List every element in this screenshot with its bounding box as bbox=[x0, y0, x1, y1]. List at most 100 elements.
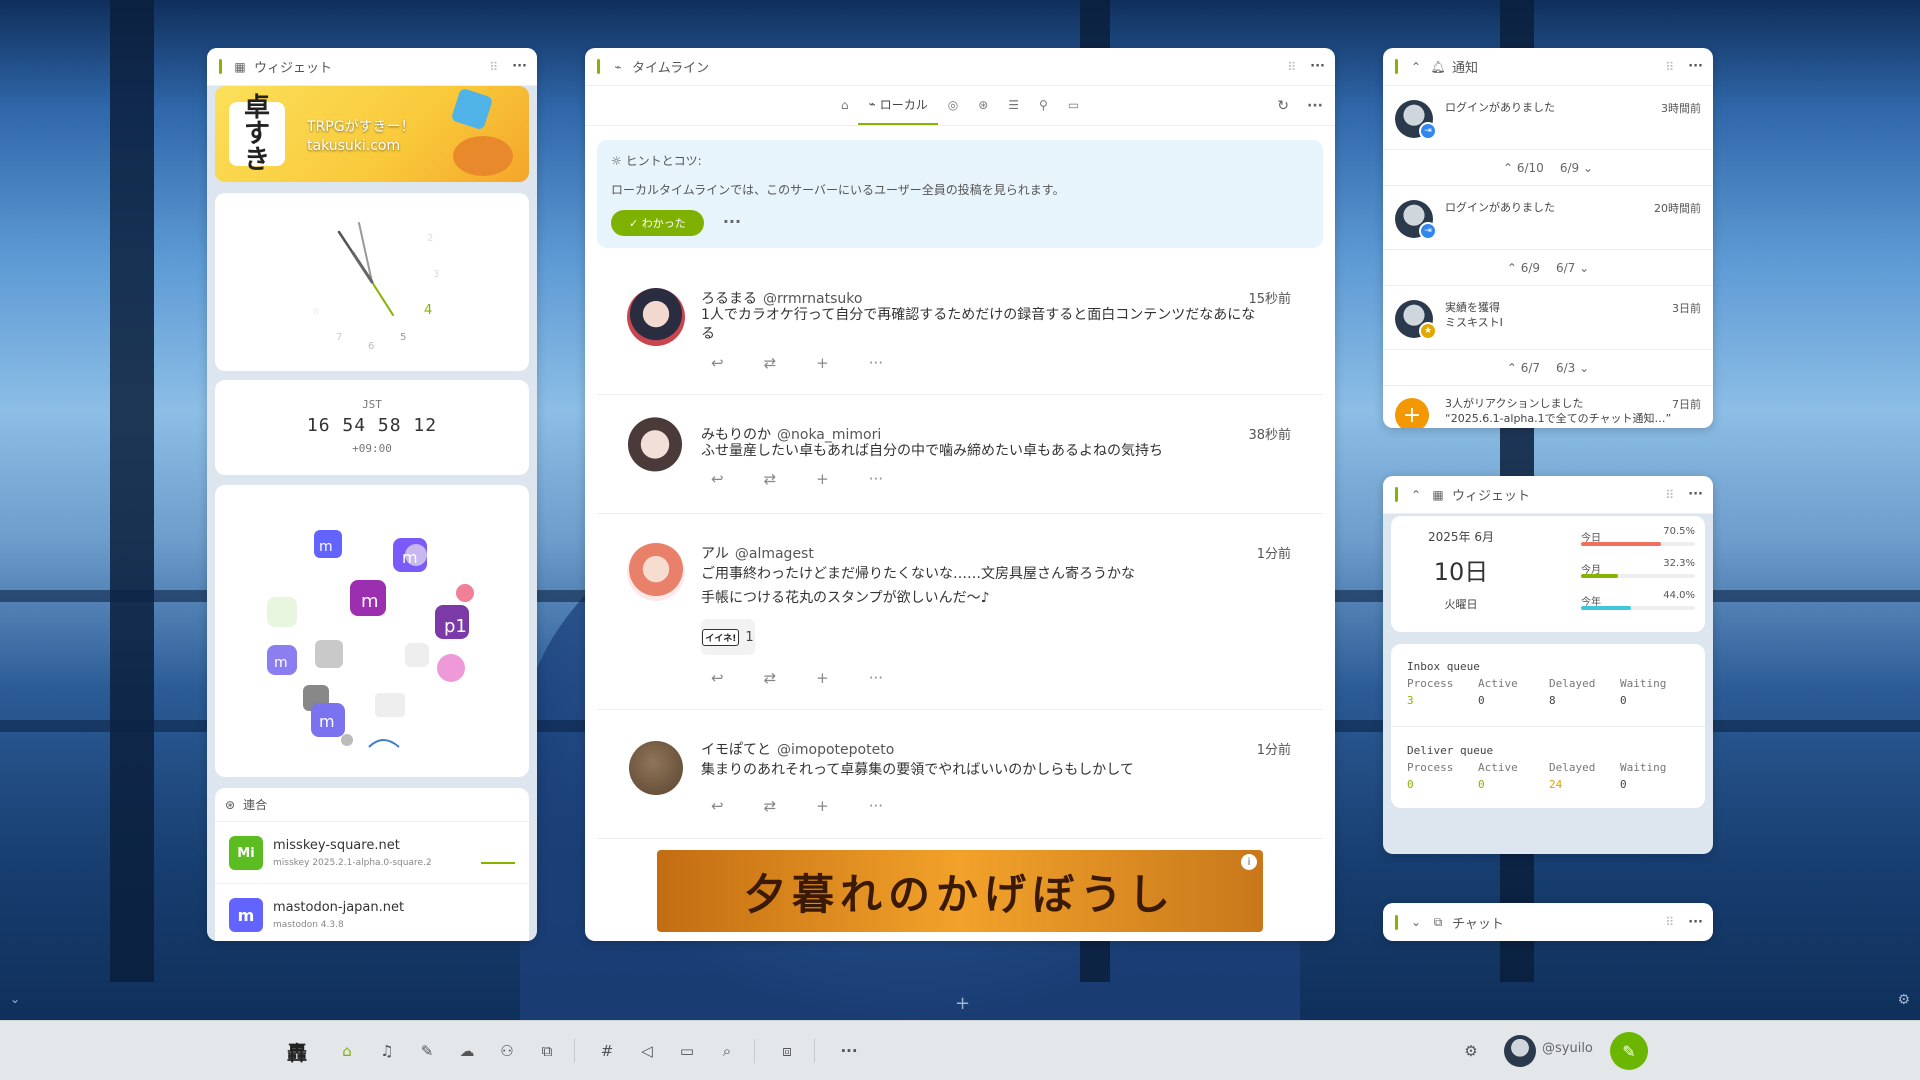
more-icon[interactable]: ··· bbox=[1310, 59, 1325, 74]
more-icon[interactable]: ··· bbox=[869, 354, 883, 372]
collapse-icon[interactable]: ⌄ bbox=[10, 992, 20, 1006]
ad-banner[interactable]: 夕暮れのかげぼうし i bbox=[657, 850, 1263, 932]
note-time[interactable]: 1分前 bbox=[1257, 543, 1291, 562]
federation-item[interactable]: m mastodon-japan.net mastodon 4.3.8 bbox=[215, 884, 529, 941]
instance-cloud-widget[interactable]: p1 m m m m m bbox=[215, 485, 529, 777]
more-icon[interactable]: ··· bbox=[723, 212, 741, 231]
note-time[interactable]: 1分前 bbox=[1257, 739, 1291, 758]
more-icon[interactable]: ··· bbox=[1688, 915, 1703, 930]
reply-icon[interactable]: ↩ bbox=[711, 470, 724, 488]
tab-channel[interactable]: ▭ bbox=[1058, 85, 1089, 125]
notification-item[interactable]: ★ 実績を獲得 ミスキストⅠ 3日前 bbox=[1383, 286, 1713, 350]
more-icon[interactable]: ··· bbox=[1688, 487, 1703, 502]
note[interactable]: イモぽてと @imopotepoteto 1分前 集まりのあれそれって卓募集の要領… bbox=[597, 711, 1323, 839]
date-next[interactable]: 6/3 ⌄ bbox=[1556, 361, 1589, 375]
more-icon[interactable]: ··· bbox=[834, 1021, 864, 1080]
drag-handle-icon[interactable]: ⠿ bbox=[1665, 915, 1674, 929]
renote-icon[interactable]: ⇄ bbox=[764, 354, 777, 372]
date-next[interactable]: 6/9 ⌄ bbox=[1560, 161, 1593, 175]
add-column-icon[interactable]: + bbox=[955, 993, 970, 1014]
add-reaction-icon[interactable]: + bbox=[816, 470, 829, 488]
chevron-up-icon[interactable]: ⌃ bbox=[1408, 488, 1424, 502]
drag-handle-icon[interactable]: ⠿ bbox=[1665, 488, 1674, 502]
more-icon[interactable]: ··· bbox=[869, 669, 883, 687]
renote-icon[interactable]: ⇄ bbox=[764, 669, 777, 687]
avatar[interactable] bbox=[627, 543, 685, 601]
reply-icon[interactable]: ↩ bbox=[711, 354, 724, 372]
info-icon[interactable]: i bbox=[1241, 854, 1257, 870]
follow-requests-icon[interactable]: ⚇ bbox=[492, 1021, 522, 1080]
note[interactable]: ろるまる @rrmrnatsuko 15秒前 1人でカラオケ行って自分で再確認する… bbox=[597, 260, 1323, 395]
settings-icon[interactable]: ⚙ bbox=[1456, 1021, 1486, 1080]
tab-social[interactable]: ◎ bbox=[938, 85, 968, 125]
clip-icon[interactable]: ✎ bbox=[412, 1021, 442, 1080]
got-it-button[interactable]: ✓ わかった bbox=[611, 210, 704, 236]
more-icon[interactable]: ··· bbox=[1307, 98, 1323, 114]
date-prev[interactable]: ⌃ 6/9 bbox=[1507, 261, 1540, 275]
tab-home[interactable]: ⌂ bbox=[831, 85, 859, 125]
drag-handle-icon[interactable]: ⠿ bbox=[489, 60, 498, 74]
tab-antenna[interactable]: ⚲ bbox=[1029, 85, 1058, 125]
note[interactable]: アル @almagest 1分前 ご用事終わったけどまだ帰りたくないな……文房具屋… bbox=[597, 515, 1323, 710]
renote-icon[interactable]: ⇄ bbox=[764, 470, 777, 488]
panel-title: タイムライン bbox=[632, 61, 710, 76]
home-icon[interactable]: ⌂ bbox=[332, 1021, 362, 1080]
add-reaction-icon[interactable]: + bbox=[816, 669, 829, 687]
note-time[interactable]: 15秒前 bbox=[1248, 288, 1291, 307]
chat-icon[interactable]: ⧉ bbox=[532, 1021, 562, 1080]
avatar[interactable] bbox=[619, 412, 691, 484]
notifications-list: ⇥ ログインがありました 3時間前 ⌃ 6/10 6/9 ⌄ ⇥ ログインがあり… bbox=[1383, 86, 1713, 428]
notification-item[interactable]: ⇥ ログインがありました 20時間前 bbox=[1383, 186, 1713, 250]
date-prev[interactable]: ⌃ 6/10 bbox=[1503, 161, 1544, 175]
hashtag-icon[interactable]: # bbox=[592, 1021, 622, 1080]
search-icon[interactable]: ⌕ bbox=[712, 1021, 742, 1080]
channel-icon[interactable]: ▭ bbox=[672, 1021, 702, 1080]
renote-icon[interactable]: ⇄ bbox=[764, 797, 777, 815]
svg-text:m: m bbox=[402, 548, 418, 567]
note-author-acct[interactable]: @noka_mimori bbox=[777, 427, 881, 443]
notification-item[interactable]: ⇥ ログインがありました 3時間前 bbox=[1383, 86, 1713, 150]
avatar[interactable] bbox=[1504, 1035, 1536, 1067]
note-author-acct[interactable]: @rrmrnatsuko bbox=[763, 291, 862, 307]
tab-global[interactable]: ⊛ bbox=[968, 85, 998, 125]
note-author-name[interactable]: アル bbox=[701, 546, 729, 562]
account-username[interactable]: @syuilo bbox=[1542, 1041, 1593, 1056]
add-reaction-icon[interactable]: + bbox=[816, 354, 829, 372]
reaction-button[interactable]: イイネ! 1 bbox=[701, 619, 755, 655]
add-reaction-icon[interactable]: + bbox=[816, 797, 829, 815]
banner-widget[interactable]: 卓すき TRPGがすきー！ takusuki.com bbox=[215, 86, 529, 182]
tab-list[interactable]: ☰ bbox=[998, 85, 1029, 125]
refresh-icon[interactable]: ↻ bbox=[1277, 98, 1289, 114]
avatar[interactable] bbox=[629, 741, 683, 795]
pages-icon[interactable]: ⧈ bbox=[772, 1021, 802, 1080]
note-author-name[interactable]: イモぽてと bbox=[701, 742, 771, 758]
drive-icon[interactable]: ☁ bbox=[452, 1021, 482, 1080]
more-icon[interactable]: ··· bbox=[869, 797, 883, 815]
more-icon[interactable]: ··· bbox=[1688, 59, 1703, 74]
chevron-up-icon[interactable]: ⌃ bbox=[1408, 60, 1424, 74]
reply-icon[interactable]: ↩ bbox=[711, 797, 724, 815]
deck-settings-icon[interactable]: ⚙ bbox=[1897, 992, 1910, 1008]
more-icon[interactable]: ··· bbox=[512, 59, 527, 74]
note-author-acct[interactable]: @almagest bbox=[735, 546, 814, 562]
avatar[interactable] bbox=[627, 288, 685, 346]
date-prev[interactable]: ⌃ 6/7 bbox=[1507, 361, 1540, 375]
more-icon[interactable]: ··· bbox=[869, 470, 883, 488]
drag-handle-icon[interactable]: ⠿ bbox=[1665, 60, 1674, 74]
tab-local[interactable]: ⌁ ローカル bbox=[858, 85, 938, 125]
drag-handle-icon[interactable]: ⠿ bbox=[1287, 60, 1296, 74]
notification-item[interactable]: + 3人がリアクションしました “2025.6.1-alpha.1で全てのチャット… bbox=[1383, 386, 1713, 428]
instance-logo-icon[interactable]: 轟 bbox=[282, 1021, 312, 1080]
compose-note-button[interactable]: ✎ bbox=[1610, 1032, 1648, 1070]
note-author-name[interactable]: みもりのか bbox=[701, 427, 771, 443]
announcement-icon[interactable]: ◁ bbox=[632, 1021, 662, 1080]
note-time[interactable]: 38秒前 bbox=[1248, 424, 1291, 443]
bell-icon[interactable]: ♫ bbox=[372, 1021, 402, 1080]
federation-item[interactable]: Mi misskey-square.net misskey 2025.2.1-a… bbox=[215, 822, 529, 884]
note-author-name[interactable]: ろるまる bbox=[701, 291, 757, 307]
note-author-acct[interactable]: @imopotepoteto bbox=[777, 742, 894, 758]
chevron-down-icon[interactable]: ⌄ bbox=[1408, 915, 1424, 929]
reply-icon[interactable]: ↩ bbox=[711, 669, 724, 687]
date-next[interactable]: 6/7 ⌄ bbox=[1556, 261, 1589, 275]
note[interactable]: みもりのか @noka_mimori 38秒前 ふせ量産したい卓もあれば自分の中で… bbox=[597, 396, 1323, 514]
